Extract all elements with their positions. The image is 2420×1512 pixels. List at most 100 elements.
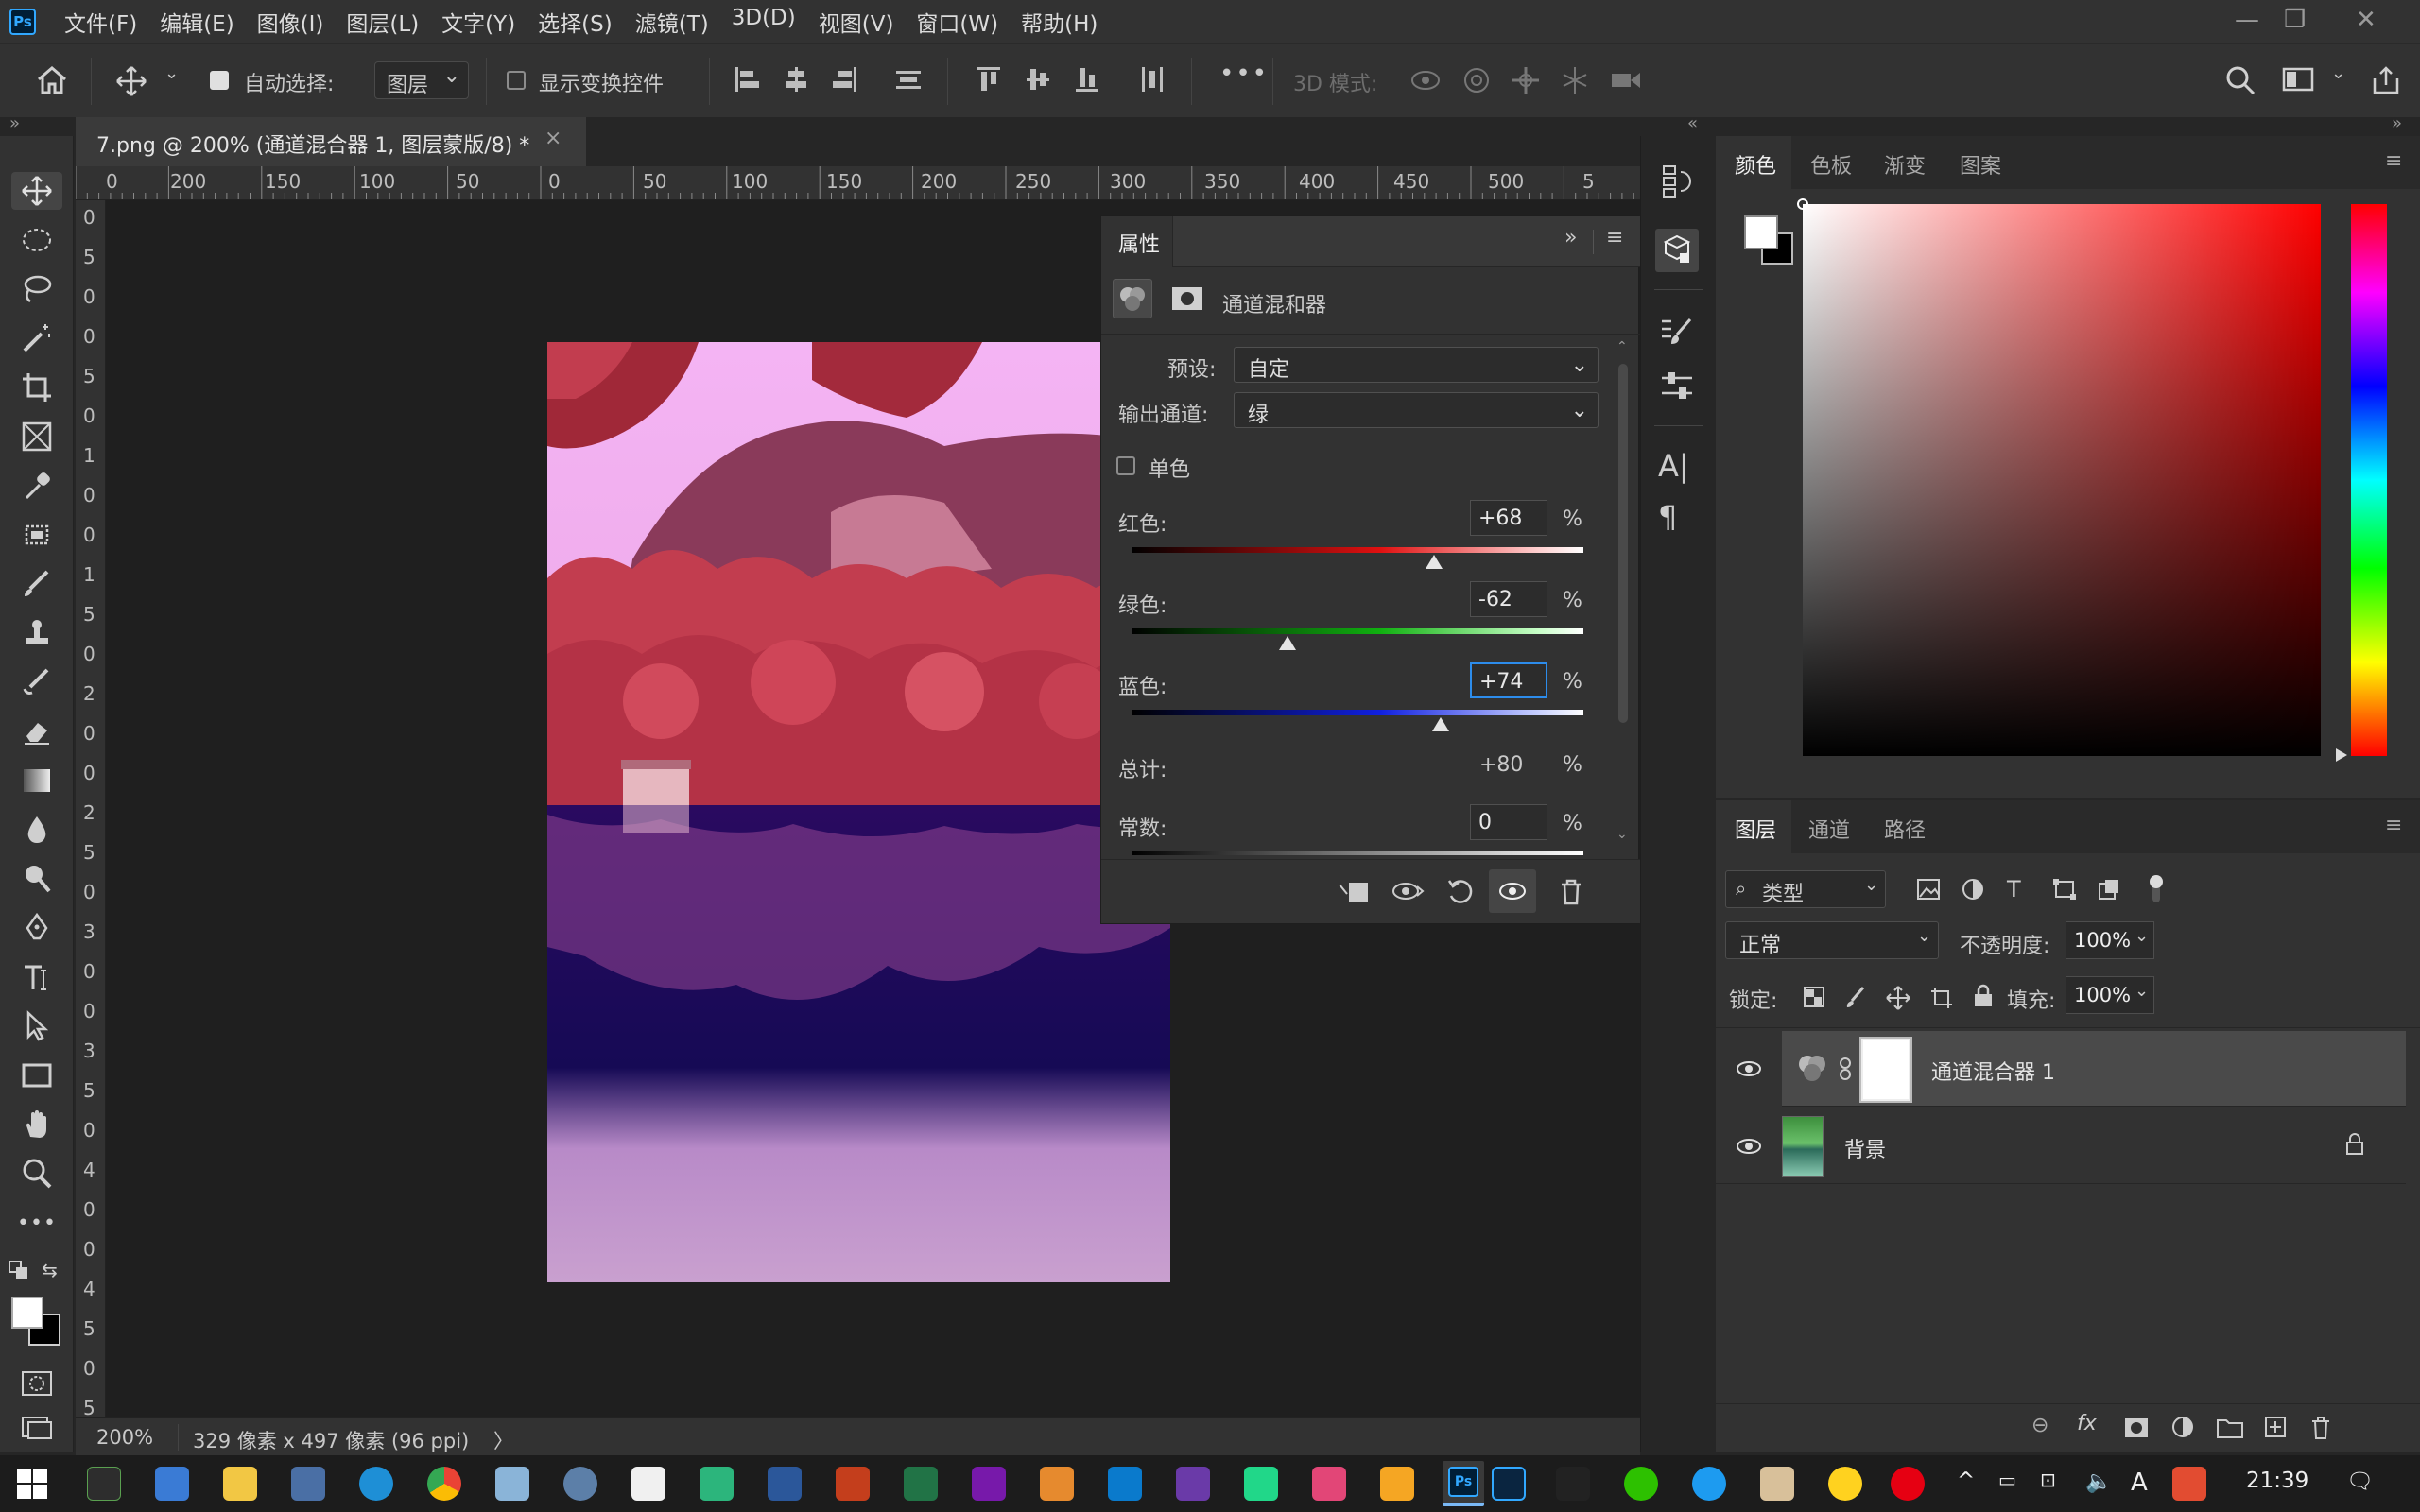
notification-icon[interactable]: 🗨 <box>2346 1469 2374 1494</box>
netease-music-icon[interactable] <box>1891 1467 1925 1501</box>
dodge-tool-button[interactable] <box>18 860 56 898</box>
show-transform-checkbox[interactable] <box>507 71 526 90</box>
network-icon[interactable]: ⊡ <box>2040 1469 2056 1491</box>
close-window-icon[interactable]: ✕ <box>2356 6 2377 34</box>
expand-left-icon[interactable]: » <box>9 113 20 133</box>
filter-shape-icon[interactable] <box>2052 878 2077 901</box>
lock-image-icon[interactable] <box>1844 986 1867 1008</box>
blue-value-input[interactable]: +74 <box>1470 662 1547 698</box>
sublime-icon[interactable] <box>1040 1467 1074 1501</box>
foreground-color-swatch[interactable] <box>11 1297 43 1329</box>
foreground-color-chip[interactable] <box>1744 215 1778 249</box>
collapse-panel-icon[interactable]: » <box>1564 226 1577 249</box>
link-icon[interactable] <box>1839 1057 1852 1080</box>
zoom-tool-button[interactable] <box>18 1155 56 1193</box>
app-icon[interactable] <box>1828 1467 1862 1501</box>
zoom-level[interactable]: 200% <box>96 1426 153 1449</box>
fill-input[interactable]: 100% ⌄ <box>2066 976 2154 1014</box>
red-value-input[interactable]: +68 <box>1470 500 1547 536</box>
adjustments-icon[interactable] <box>1658 367 1696 404</box>
eraser-tool-button[interactable] <box>18 713 56 750</box>
history-brush-tool-button[interactable] <box>18 663 56 701</box>
align-center-icon[interactable] <box>783 65 809 94</box>
properties-tab[interactable]: 属性 <box>1101 216 1173 267</box>
layer-name[interactable]: 通道混合器 1 <box>1931 1056 2055 1086</box>
typora-icon[interactable] <box>631 1467 666 1501</box>
remote-desktop-icon[interactable] <box>155 1467 189 1501</box>
layer-row-background[interactable]: 背景 <box>1716 1108 2406 1184</box>
rectangle-tool-button[interactable] <box>18 1057 56 1094</box>
move-tool-icon[interactable] <box>115 65 147 97</box>
eye-icon[interactable] <box>1737 1059 1761 1078</box>
properties-scrollbar[interactable]: ⌃ ⌄ <box>1616 339 1630 854</box>
pen-tool-button[interactable] <box>18 909 56 947</box>
lock-artboard-icon[interactable] <box>1929 986 1954 1008</box>
chevron-down-icon[interactable]: ⌄ <box>164 63 179 83</box>
tab-channels[interactable]: 通道 <box>1808 814 1850 844</box>
search-icon[interactable] <box>2225 65 2256 95</box>
eyedropper-tool-button[interactable] <box>18 467 56 505</box>
tab-paths[interactable]: 路径 <box>1884 814 1926 844</box>
clip-to-layer-icon[interactable] <box>1336 877 1370 905</box>
tab-color[interactable]: 颜色 <box>1735 149 1776 180</box>
red-slider-thumb[interactable] <box>1426 555 1443 569</box>
hand-tool-button[interactable] <box>18 1106 56 1143</box>
view-previous-state-icon[interactable] <box>1391 877 1425 905</box>
intellij-icon[interactable] <box>1312 1467 1346 1501</box>
volume-icon[interactable]: 🔈 <box>2085 1469 2113 1494</box>
new-adjustment-icon[interactable] <box>2171 1416 2194 1438</box>
collapse-mid-icon[interactable]: « <box>1687 113 1698 133</box>
output-channel-dropdown[interactable]: 绿 ⌄ <box>1234 392 1599 428</box>
edge-browser-icon[interactable] <box>359 1467 393 1501</box>
onenote-icon[interactable] <box>972 1467 1006 1501</box>
photoshop-taskbar-button[interactable]: Ps <box>1443 1461 1484 1506</box>
red-slider-track[interactable] <box>1132 547 1583 553</box>
marquee-tool-button[interactable] <box>18 221 56 259</box>
brush-settings-icon[interactable] <box>1658 314 1696 352</box>
tab-swatches[interactable]: 色板 <box>1810 149 1852 180</box>
move-tool-button[interactable] <box>11 172 62 210</box>
blue-slider-thumb[interactable] <box>1432 717 1450 731</box>
swap-colors-icon[interactable]: ⇆ <box>42 1259 58 1281</box>
layer-name[interactable]: 背景 <box>1844 1133 1886 1163</box>
align-right-icon[interactable] <box>832 65 858 94</box>
close-tab-icon[interactable]: × <box>544 127 562 150</box>
app-icon[interactable] <box>1380 1467 1414 1501</box>
filter-type-icon[interactable]: T <box>2007 876 2021 902</box>
home-icon[interactable] <box>36 65 68 95</box>
excel-icon[interactable] <box>904 1467 938 1501</box>
menu-edit[interactable]: 编辑(E) <box>160 6 233 38</box>
visual-studio-icon[interactable] <box>1176 1467 1210 1501</box>
constant-value-input[interactable]: 0 <box>1470 804 1547 840</box>
stamp-tool-button[interactable] <box>18 614 56 652</box>
color-picker-field[interactable] <box>1797 198 2321 756</box>
quick-mask-icon[interactable] <box>18 1365 56 1402</box>
green-value-input[interactable]: -62 <box>1470 581 1547 617</box>
app-icon[interactable] <box>495 1467 529 1501</box>
panel-menu-icon[interactable]: ≡ <box>2385 814 2402 837</box>
hue-slider[interactable] <box>2351 204 2387 756</box>
menu-image[interactable]: 图像(I) <box>257 6 324 38</box>
constant-slider-track[interactable] <box>1132 851 1583 855</box>
calculator-icon[interactable] <box>291 1467 325 1501</box>
channel-mixer-icon[interactable] <box>1113 279 1152 318</box>
brush-tool-button[interactable] <box>18 565 56 603</box>
layer-mask-icon[interactable] <box>1171 284 1203 313</box>
lightroom-icon[interactable] <box>1492 1467 1526 1501</box>
paragraph-panel-icon[interactable]: ¶ <box>1658 499 1677 535</box>
blend-mode-dropdown[interactable]: 正常 ⌄ <box>1725 921 1939 959</box>
menu-type[interactable]: 文字(Y) <box>441 6 515 38</box>
magic-wand-tool-button[interactable] <box>18 319 56 357</box>
collapse-right-icon[interactable]: » <box>2392 113 2402 133</box>
filter-pixel-icon[interactable] <box>1916 878 1941 901</box>
path-selection-tool-button[interactable] <box>18 1007 56 1045</box>
tab-patterns[interactable]: 图案 <box>1960 149 2001 180</box>
eye-icon[interactable] <box>1737 1137 1761 1156</box>
layer-thumbnail[interactable] <box>1782 1116 1824 1177</box>
align-bottom-icon[interactable] <box>1074 65 1100 94</box>
tab-gradients[interactable]: 渐变 <box>1884 149 1926 180</box>
link-layers-icon[interactable]: ⊖ <box>2031 1414 2048 1437</box>
green-slider-thumb[interactable] <box>1278 636 1296 650</box>
restore-icon[interactable]: ❐ <box>2284 6 2306 34</box>
word-icon[interactable] <box>768 1467 802 1501</box>
